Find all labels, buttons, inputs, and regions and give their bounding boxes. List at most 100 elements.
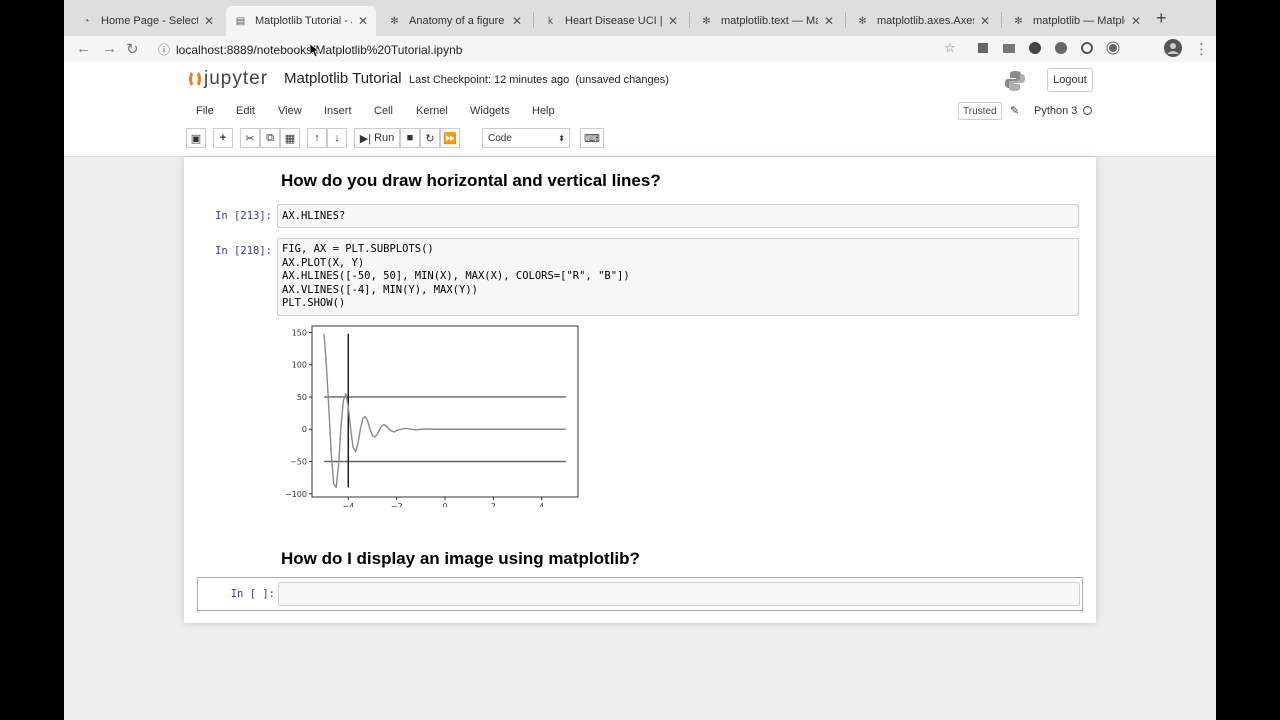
input-prompt: In [ ]: bbox=[230, 588, 275, 600]
keyboard-icon: ⌨ bbox=[584, 132, 600, 145]
code-line: AX.HLINES([-50, 50], MIN(X), MAX(X), COL… bbox=[282, 270, 630, 282]
close-icon[interactable]: ✕ bbox=[1131, 14, 1141, 28]
menu-kernel[interactable]: Kernel bbox=[416, 105, 448, 117]
tab-strip: ◔ Home Page - Select or ✕ ▤ Matplotlib T… bbox=[64, 0, 1216, 36]
y-tick-label: 100 bbox=[292, 361, 307, 370]
extension-icon[interactable] bbox=[1080, 41, 1094, 55]
reload-icon[interactable]: ↻ bbox=[126, 40, 139, 58]
markdown-heading[interactable]: How do I display an image using matplotl… bbox=[281, 549, 640, 569]
extension-icon[interactable] bbox=[1054, 41, 1068, 55]
jupyter-logo[interactable]: jupyter bbox=[189, 68, 268, 90]
menu-view[interactable]: View bbox=[278, 105, 302, 117]
code-cell-input[interactable]: AX.HLINES? bbox=[277, 204, 1079, 228]
menu-file[interactable]: File bbox=[196, 105, 214, 117]
command-palette-button[interactable]: ⌨ bbox=[580, 128, 604, 148]
new-tab-icon[interactable]: + bbox=[1156, 8, 1167, 29]
x-tick-label: 2 bbox=[491, 502, 496, 507]
kernel-name[interactable]: Python 3 bbox=[1034, 105, 1077, 117]
matplotlib-icon: ✻ bbox=[390, 15, 399, 27]
step-forward-icon: ▶| bbox=[359, 132, 372, 145]
tab-matplotlib-tutorial[interactable]: ▤ Matplotlib Tutorial - Ju ✕ bbox=[226, 6, 376, 36]
x-axis: −4 −2 0 2 4 bbox=[342, 497, 544, 507]
close-icon[interactable]: ✕ bbox=[204, 14, 214, 28]
save-icon: ▣ bbox=[190, 132, 202, 145]
cell-type-value: Code bbox=[488, 132, 512, 144]
close-icon[interactable]: ✕ bbox=[358, 14, 368, 28]
insert-cell-button[interactable]: + bbox=[213, 128, 233, 148]
copy-button[interactable]: ⧉ bbox=[260, 128, 280, 148]
info-icon: ⓘ bbox=[158, 43, 171, 57]
extension-icon[interactable] bbox=[1002, 41, 1016, 55]
move-up-button[interactable]: ↑ bbox=[307, 128, 327, 148]
output-plot: −100 −50 0 50 100 150 −4 −2 0 2 4 bbox=[285, 325, 579, 507]
matplotlib-icon: ✻ bbox=[702, 15, 711, 27]
extension-icon[interactable] bbox=[1028, 41, 1042, 55]
paste-icon: ▦ bbox=[284, 132, 296, 145]
scissors-icon: ✂ bbox=[245, 132, 255, 145]
menu-kebab-icon[interactable]: ⋮ bbox=[1194, 40, 1209, 58]
input-prompt: In [213]: bbox=[215, 210, 272, 222]
restart-run-all-button[interactable]: ⏩ bbox=[440, 128, 460, 148]
notebook-container: How do you draw horizontal and vertical … bbox=[184, 157, 1096, 623]
close-icon[interactable]: ✕ bbox=[512, 14, 522, 28]
tab-matplotlib-text[interactable]: ✻ matplotlib.text — Matr ✕ bbox=[692, 6, 842, 36]
back-icon[interactable]: ← bbox=[76, 40, 91, 57]
run-button[interactable]: ▶| Run bbox=[354, 128, 400, 148]
avatar[interactable] bbox=[1164, 39, 1182, 57]
tab-heart-disease[interactable]: k Heart Disease UCI | Ka ✕ bbox=[536, 6, 686, 36]
bookmark-star-icon[interactable]: ☆ bbox=[944, 40, 956, 56]
menu-help[interactable]: Help bbox=[532, 105, 555, 117]
logout-button[interactable]: Logout bbox=[1047, 68, 1093, 92]
run-label: Run bbox=[374, 132, 395, 144]
code-cell-input[interactable]: FIG, AX = PLT.SUBPLOTS() AX.PLOT(X, Y) A… bbox=[277, 238, 1079, 316]
cell-type-select[interactable]: Code ⬍ bbox=[482, 128, 570, 148]
forward-icon[interactable]: → bbox=[102, 40, 117, 57]
code-line: FIG, AX = PLT.SUBPLOTS() bbox=[282, 243, 434, 255]
kaggle-icon: k bbox=[548, 15, 553, 27]
save-button[interactable]: ▣ bbox=[186, 128, 206, 148]
menu-widgets[interactable]: Widgets bbox=[470, 105, 510, 117]
code-line: AX.HLINES? bbox=[282, 210, 346, 222]
code-cell-input[interactable] bbox=[278, 582, 1080, 606]
jupyter-orb-icon bbox=[189, 69, 201, 88]
arrow-down-icon: ↓ bbox=[334, 132, 340, 144]
markdown-heading[interactable]: How do you draw horizontal and vertical … bbox=[281, 171, 661, 191]
tab-home-page[interactable]: ◔ Home Page - Select or ✕ bbox=[72, 6, 222, 36]
tab-matplotlib[interactable]: ✻ matplotlib — Matplotlib ✕ bbox=[1004, 6, 1149, 36]
menu-edit[interactable]: Edit bbox=[236, 105, 255, 117]
selected-cell[interactable]: In [ ]: bbox=[197, 577, 1083, 611]
trusted-badge[interactable]: Trusted bbox=[958, 102, 1002, 120]
address-bar: ← → ↻ ⓘ localhost:8889/notebooks/Matplotl… bbox=[64, 36, 1216, 62]
y-tick-label: 0 bbox=[302, 425, 307, 434]
tab-separator bbox=[845, 12, 846, 28]
kernel-idle-indicator-icon bbox=[1083, 106, 1092, 115]
close-icon[interactable]: ✕ bbox=[824, 14, 834, 28]
y-tick-label: −50 bbox=[290, 458, 307, 467]
close-icon[interactable]: ✕ bbox=[980, 14, 990, 28]
tab-anatomy-of-figure[interactable]: ✻ Anatomy of a figure — ✕ bbox=[380, 6, 530, 36]
mouse-cursor-icon bbox=[310, 44, 320, 58]
notebook-title[interactable]: Matplotlib Tutorial bbox=[284, 70, 402, 87]
menu-insert[interactable]: Insert bbox=[324, 105, 352, 117]
restart-icon: ↻ bbox=[425, 132, 435, 145]
interrupt-button[interactable]: ■ bbox=[400, 128, 420, 148]
paste-button[interactable]: ▦ bbox=[280, 128, 300, 148]
y-tick-label: 50 bbox=[297, 393, 307, 402]
extension-icon[interactable] bbox=[1106, 41, 1120, 55]
python-logo-icon bbox=[1005, 71, 1025, 91]
jupyter-logo-text: jupyter bbox=[204, 68, 269, 89]
tab-matplotlib-axes[interactable]: ✻ matplotlib.axes.Axes.t ✕ bbox=[848, 6, 998, 36]
edit-pencil-icon[interactable]: ✎ bbox=[1010, 104, 1019, 117]
extension-icon[interactable] bbox=[976, 41, 990, 55]
menu-cell[interactable]: Cell bbox=[374, 105, 393, 117]
restart-button[interactable]: ↻ bbox=[420, 128, 440, 148]
code-line: PLT.SHOW() bbox=[282, 297, 346, 309]
tab-title: Home Page - Select or bbox=[101, 15, 198, 27]
close-icon[interactable]: ✕ bbox=[668, 14, 678, 28]
input-prompt: In [218]: bbox=[215, 245, 272, 257]
move-down-button[interactable]: ↓ bbox=[327, 128, 347, 148]
cut-button[interactable]: ✂ bbox=[240, 128, 260, 148]
browser-window: ◔ Home Page - Select or ✕ ▤ Matplotlib T… bbox=[64, 0, 1216, 720]
matplotlib-icon: ✻ bbox=[858, 15, 867, 27]
code-line: AX.PLOT(X, Y) bbox=[282, 256, 365, 269]
